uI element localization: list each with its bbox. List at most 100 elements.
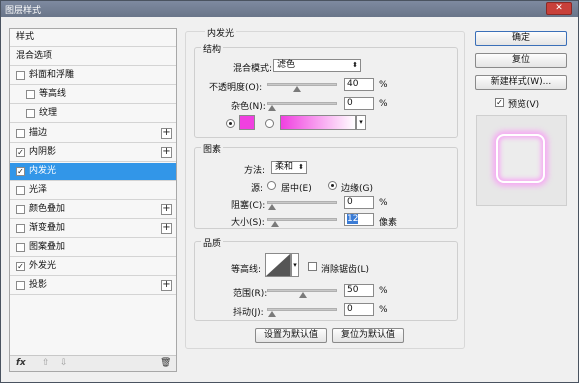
glow-color-swatch[interactable] — [239, 115, 255, 130]
source-edge-label[interactable]: 边缘(G) — [341, 181, 373, 194]
title-bar[interactable]: 图层样式 ✕ — [1, 1, 578, 17]
style-item-checkbox[interactable] — [16, 185, 25, 195]
style-item-checkbox[interactable] — [16, 243, 25, 253]
technique-value: 柔和 — [275, 162, 294, 172]
gradient-radio[interactable] — [265, 119, 274, 128]
style-item[interactable]: 描边 + — [10, 125, 176, 143]
style-item-label: 混合选项 — [16, 51, 53, 62]
gradient-dropdown-icon[interactable]: ▾ — [356, 115, 366, 130]
style-item[interactable]: ✓ 内发光 — [10, 162, 176, 181]
opacity-slider[interactable] — [267, 83, 337, 92]
source-center-radio[interactable] — [267, 181, 276, 190]
opacity-slider-thumb[interactable] — [292, 86, 301, 92]
style-item[interactable]: ✓ 内阴影 + — [10, 144, 176, 162]
reset-default-button[interactable]: 复位为默认值 — [332, 328, 404, 343]
dropdown-arrow-icon: ⬍ — [352, 61, 358, 69]
size-slider-thumb[interactable] — [271, 221, 280, 227]
solid-color-radio[interactable] — [226, 119, 235, 128]
panel-title: 内发光 — [205, 26, 237, 39]
style-item[interactable]: 纹理 — [10, 105, 176, 124]
style-item[interactable]: 混合选项 — [10, 48, 176, 67]
style-item-checkbox[interactable] — [16, 71, 25, 81]
range-slider-thumb[interactable] — [299, 292, 307, 298]
range-slider[interactable] — [267, 289, 337, 298]
add-icon[interactable]: + — [161, 280, 172, 292]
preview-label[interactable]: 预览(V) — [508, 97, 539, 110]
choke-input[interactable]: 0 — [344, 196, 374, 209]
choke-slider[interactable] — [267, 201, 337, 210]
move-down-icon[interactable]: ⇩ — [60, 358, 68, 368]
technique-select[interactable]: 柔和 ⬍ — [271, 161, 307, 174]
style-item-checkbox[interactable] — [16, 204, 25, 214]
style-item-label: 内阴影 — [29, 146, 57, 157]
choke-slider-thumb[interactable] — [268, 204, 276, 210]
add-icon[interactable]: + — [161, 223, 172, 234]
style-item-label: 外发光 — [29, 261, 57, 272]
opacity-input[interactable]: 40 — [344, 78, 374, 91]
new-style-button[interactable]: 新建样式(W)... — [475, 75, 567, 90]
style-item[interactable]: 样式 — [10, 29, 176, 47]
style-item-checkbox[interactable] — [26, 90, 35, 100]
style-item-label: 样式 — [16, 32, 35, 42]
style-item-label: 图案叠加 — [29, 242, 66, 253]
antialias-checkbox[interactable] — [308, 262, 317, 271]
style-item-checkbox[interactable]: ✓ — [16, 262, 25, 272]
elements-legend: 图素 — [201, 142, 224, 155]
add-icon[interactable]: + — [161, 127, 172, 139]
jitter-input[interactable]: 0 — [344, 303, 374, 316]
layer-style-dialog: 图层样式 ✕ 样式 混合选项 斜面和浮雕 等高线 纹理 描边 + ✓ 内阴影 + ✓ 内发光 光泽 颜色叠… — [0, 0, 579, 383]
trash-icon[interactable]: 🗑 — [160, 358, 171, 368]
style-item[interactable]: 投影 + — [10, 277, 176, 296]
add-icon[interactable]: + — [161, 146, 172, 158]
blend-mode-label: 混合模式: — [233, 64, 273, 74]
noise-input[interactable]: 0 — [344, 97, 374, 110]
style-list-footer: fx ⇧ ⇩ 🗑 — [10, 355, 176, 371]
ok-button[interactable]: 确定 — [475, 31, 567, 46]
style-item[interactable]: 图案叠加 — [10, 239, 176, 258]
opacity-percent: % — [379, 80, 388, 90]
reset-button[interactable]: 复位 — [475, 53, 567, 68]
fx-icon[interactable]: fx — [16, 358, 26, 368]
range-input[interactable]: 50 — [344, 284, 374, 297]
gradient-swatch[interactable] — [280, 115, 356, 130]
style-item-checkbox[interactable] — [16, 128, 25, 138]
jitter-slider[interactable] — [267, 308, 337, 317]
style-item[interactable]: 斜面和浮雕 — [10, 67, 176, 86]
style-item[interactable]: 光泽 — [10, 182, 176, 200]
noise-label: 杂色(N): — [231, 102, 266, 112]
contour-dropdown-icon[interactable]: ▾ — [291, 253, 299, 277]
make-default-button[interactable]: 设置为默认值 — [255, 328, 327, 343]
jitter-slider-thumb[interactable] — [268, 311, 276, 317]
add-icon[interactable]: + — [161, 203, 172, 215]
style-item-checkbox[interactable]: ✓ — [16, 147, 25, 157]
style-item-checkbox[interactable] — [26, 109, 35, 119]
style-item-checkbox[interactable]: ✓ — [16, 166, 25, 176]
preview-shape — [496, 134, 545, 183]
jitter-label: 抖动(J): — [233, 308, 264, 318]
antialias-label[interactable]: 消除锯齿(L) — [321, 262, 369, 275]
style-item[interactable]: ✓ 外发光 — [10, 258, 176, 277]
style-item[interactable]: 等高线 — [10, 86, 176, 105]
technique-label: 方法: — [244, 166, 266, 176]
noise-slider[interactable] — [267, 102, 337, 111]
close-button[interactable]: ✕ — [546, 2, 572, 15]
style-item-checkbox[interactable] — [16, 224, 25, 233]
source-center-label[interactable]: 居中(E) — [281, 181, 312, 194]
style-item[interactable]: 颜色叠加 + — [10, 201, 176, 219]
noise-slider-thumb[interactable] — [268, 105, 276, 111]
source-label: 源: — [251, 184, 264, 194]
check-icon: ✓ — [496, 98, 503, 107]
style-item-label: 等高线 — [39, 89, 67, 100]
size-slider[interactable] — [267, 218, 337, 227]
preview-checkbox[interactable]: ✓ — [495, 98, 504, 107]
noise-percent: % — [379, 99, 388, 109]
style-item-checkbox[interactable] — [16, 281, 25, 291]
size-input[interactable]: 12 — [344, 213, 374, 226]
dialog-title: 图层样式 — [5, 6, 42, 16]
contour-picker[interactable] — [265, 253, 291, 277]
move-up-icon[interactable]: ⇧ — [42, 358, 50, 368]
blend-mode-select[interactable]: 滤色 ⬍ — [273, 59, 361, 72]
source-edge-radio[interactable] — [328, 181, 337, 190]
style-item-label: 颜色叠加 — [29, 203, 66, 214]
style-item[interactable]: 渐变叠加 + — [10, 220, 176, 238]
